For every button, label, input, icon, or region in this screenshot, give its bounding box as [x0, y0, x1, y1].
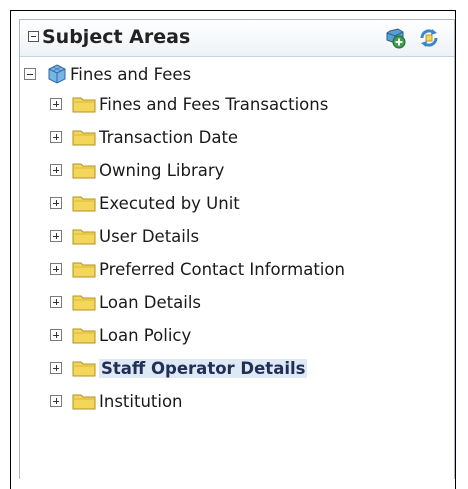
tree-root-label: Fines and Fees: [70, 64, 192, 84]
folder-icon: [72, 196, 96, 212]
expand-icon[interactable]: [50, 329, 62, 341]
tree-item-label: Preferred Contact Information: [99, 259, 345, 279]
tree-item-fines-and-fees-transactions[interactable]: Fines and Fees Transactions: [50, 91, 328, 117]
expand-icon[interactable]: [50, 131, 62, 143]
refresh-icon[interactable]: [418, 27, 440, 49]
tree-item-institution[interactable]: Institution: [50, 388, 183, 414]
tree-item-owning-library[interactable]: Owning Library: [50, 157, 224, 183]
tree-item-label: Fines and Fees Transactions: [99, 94, 329, 114]
folder-icon: [72, 361, 96, 377]
cube-icon: [48, 64, 66, 84]
expand-icon[interactable]: [50, 164, 62, 176]
tree-item-user-details[interactable]: User Details: [50, 223, 199, 249]
folder-icon: [72, 130, 96, 146]
tree-item-loan-details[interactable]: Loan Details: [50, 289, 201, 315]
folder-icon: [72, 163, 96, 179]
tree-item-label: Loan Details: [99, 292, 202, 312]
folder-icon: [72, 97, 96, 113]
expand-icon[interactable]: [50, 98, 62, 110]
tree-item-label: Loan Policy: [99, 325, 192, 345]
collapse-root-icon[interactable]: [24, 68, 36, 80]
folder-icon: [72, 394, 96, 410]
panel-title: Subject Areas: [42, 26, 191, 48]
tree-item-label: Transaction Date: [99, 127, 239, 147]
folder-icon: [72, 328, 96, 344]
tree-item-loan-policy[interactable]: Loan Policy: [50, 322, 191, 348]
tree-item-label: Owning Library: [99, 160, 225, 180]
tree-item-label: Institution: [99, 391, 183, 411]
expand-icon[interactable]: [50, 263, 62, 275]
collapse-panel-icon[interactable]: [28, 31, 39, 42]
expand-icon[interactable]: [50, 395, 62, 407]
tree-item-executed-by-unit[interactable]: Executed by Unit: [50, 190, 240, 216]
tree-item-label: Staff Operator Details: [99, 358, 308, 378]
expand-icon[interactable]: [50, 362, 62, 374]
expand-icon[interactable]: [50, 230, 62, 242]
expand-icon[interactable]: [50, 296, 62, 308]
tree-root-node[interactable]: Fines and Fees: [24, 61, 191, 87]
tree-item-label: Executed by Unit: [99, 193, 240, 213]
tree-item-transaction-date[interactable]: Transaction Date: [50, 124, 238, 150]
tree-item-label: User Details: [99, 226, 200, 246]
subject-areas-inner: Subject Areas Fines and Fees Fines and F…: [19, 19, 455, 479]
expand-icon[interactable]: [50, 197, 62, 209]
folder-icon: [72, 229, 96, 245]
folder-icon: [72, 262, 96, 278]
folder-icon: [72, 295, 96, 311]
panel-header: Subject Areas: [20, 20, 454, 57]
tree-item-staff-operator-details[interactable]: Staff Operator Details: [50, 355, 308, 381]
add-subject-area-icon[interactable]: [384, 27, 406, 49]
subject-areas-panel: Subject Areas Fines and Fees Fines and F…: [10, 10, 456, 489]
tree-item-preferred-contact-information[interactable]: Preferred Contact Information: [50, 256, 345, 282]
